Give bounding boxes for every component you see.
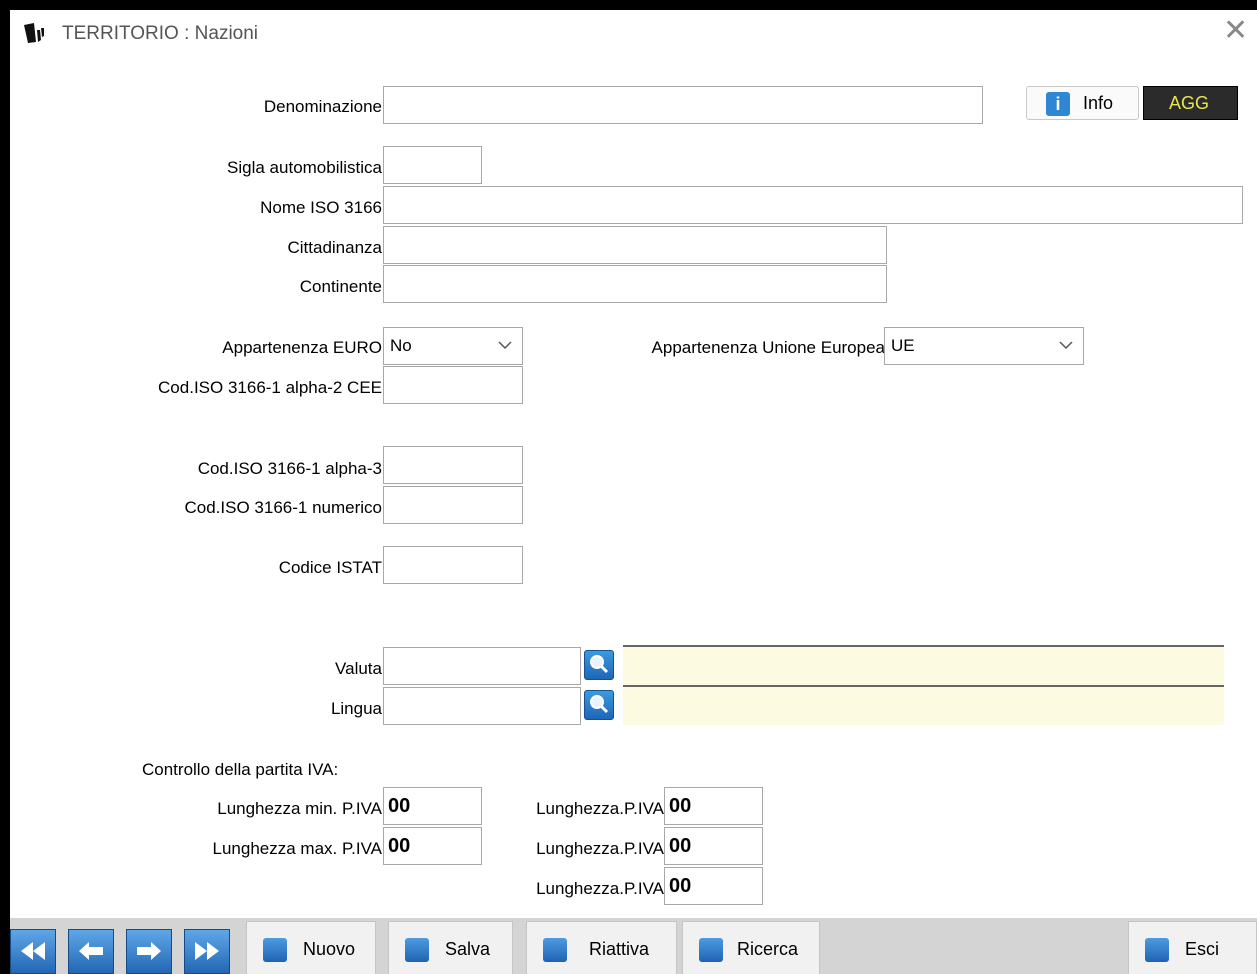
previous-record-icon [79,942,103,960]
nuovo-label: Nuovo [303,939,356,959]
piva-max-label: Lunghezza max. P.IVA [212,839,382,858]
numerico-input[interactable] [383,486,523,524]
restore-icon [543,938,567,962]
sigla-label: Sigla automobilistica [227,158,382,177]
alpha2-label: Cod.ISO 3166-1 alpha-2 CEE [158,378,382,397]
ricerca-button[interactable]: Ricerca [682,921,820,974]
chevron-down-icon [1059,341,1073,350]
continente-input[interactable] [383,265,887,303]
close-icon[interactable]: ✕ [1223,16,1248,46]
app-logo-icon [24,23,44,43]
esci-label: Esci [1185,939,1220,959]
alpha3-input[interactable] [383,446,523,484]
salva-button[interactable]: Salva [388,921,513,974]
piva-len3-label: Lunghezza.P.IVA [536,879,664,898]
info-button-label: Info [1083,93,1114,113]
ue-select-value: UE [891,336,915,355]
valuta-label: Valuta [335,659,382,678]
title-bar: TERRITORIO : Nazioni ✕ [10,10,1257,56]
lingua-input[interactable] [383,687,581,725]
valuta-description [623,645,1224,685]
agg-button-label: AGG [1169,93,1210,113]
euro-select[interactable]: No [383,327,523,365]
chevron-down-icon [498,341,512,350]
piva-min-label: Lunghezza min. P.IVA [217,799,382,818]
piva-max-input[interactable] [383,827,482,865]
info-button[interactable]: i Info [1026,86,1139,120]
nome-iso-input[interactable] [383,186,1243,224]
istat-label: Codice ISTAT [278,558,382,577]
new-icon [263,938,287,962]
last-record-button[interactable] [184,929,230,974]
lingua-label: Lingua [330,699,382,718]
piva-section-label: Controllo della partita IVA: [142,760,339,779]
nome-iso-label: Nome ISO 3166 [260,198,382,217]
search-icon [699,938,723,962]
piva-len1-input[interactable] [664,787,763,825]
piva-min-input[interactable] [383,787,482,825]
riattiva-label: Riattiva [589,939,650,959]
continente-label: Continente [299,277,382,296]
piva-len2-label: Lunghezza.P.IVA [536,839,664,858]
search-icon [590,655,609,674]
agg-button[interactable]: AGG [1143,86,1238,120]
ue-label: Appartenenza Unione Europea [651,338,885,357]
exit-icon [1145,938,1169,962]
riattiva-button[interactable]: Riattiva [526,921,677,974]
lingua-description [623,685,1224,725]
ricerca-label: Ricerca [737,939,799,959]
euro-label: Appartenenza EURO [222,338,382,357]
window: TERRITORIO : Nazioni ✕ i Info AGG Denomi… [10,10,1257,974]
info-icon: i [1046,92,1070,116]
next-record-icon [137,942,161,960]
piva-len2-input[interactable] [664,827,763,865]
last-record-icon [195,942,219,960]
next-record-button[interactable] [126,929,172,974]
esci-button[interactable]: Esci [1128,921,1257,974]
alpha2-input[interactable] [383,366,523,404]
salva-label: Salva [445,939,491,959]
first-record-icon [21,942,45,960]
window-title: TERRITORIO : Nazioni [62,23,259,44]
piva-len1-label: Lunghezza.P.IVA [536,799,664,818]
nuovo-button[interactable]: Nuovo [246,921,376,974]
denominazione-label: Denominazione [263,97,382,116]
valuta-search-button[interactable] [584,650,614,680]
cittadinanza-label: Cittadinanza [287,238,382,257]
valuta-input[interactable] [383,647,581,685]
search-icon [590,695,609,714]
euro-select-value: No [390,336,412,355]
ue-select[interactable]: UE [884,327,1084,365]
cittadinanza-input[interactable] [383,226,887,264]
numerico-label: Cod.ISO 3166-1 numerico [184,498,383,517]
alpha3-label: Cod.ISO 3166-1 alpha-3 [197,459,382,478]
previous-record-button[interactable] [68,929,114,974]
save-icon [405,938,429,962]
piva-len3-input[interactable] [664,867,763,905]
lingua-search-button[interactable] [584,690,614,720]
sigla-input[interactable] [383,146,482,184]
first-record-button[interactable] [10,929,56,974]
istat-input[interactable] [383,546,523,584]
denominazione-input[interactable] [383,86,983,124]
